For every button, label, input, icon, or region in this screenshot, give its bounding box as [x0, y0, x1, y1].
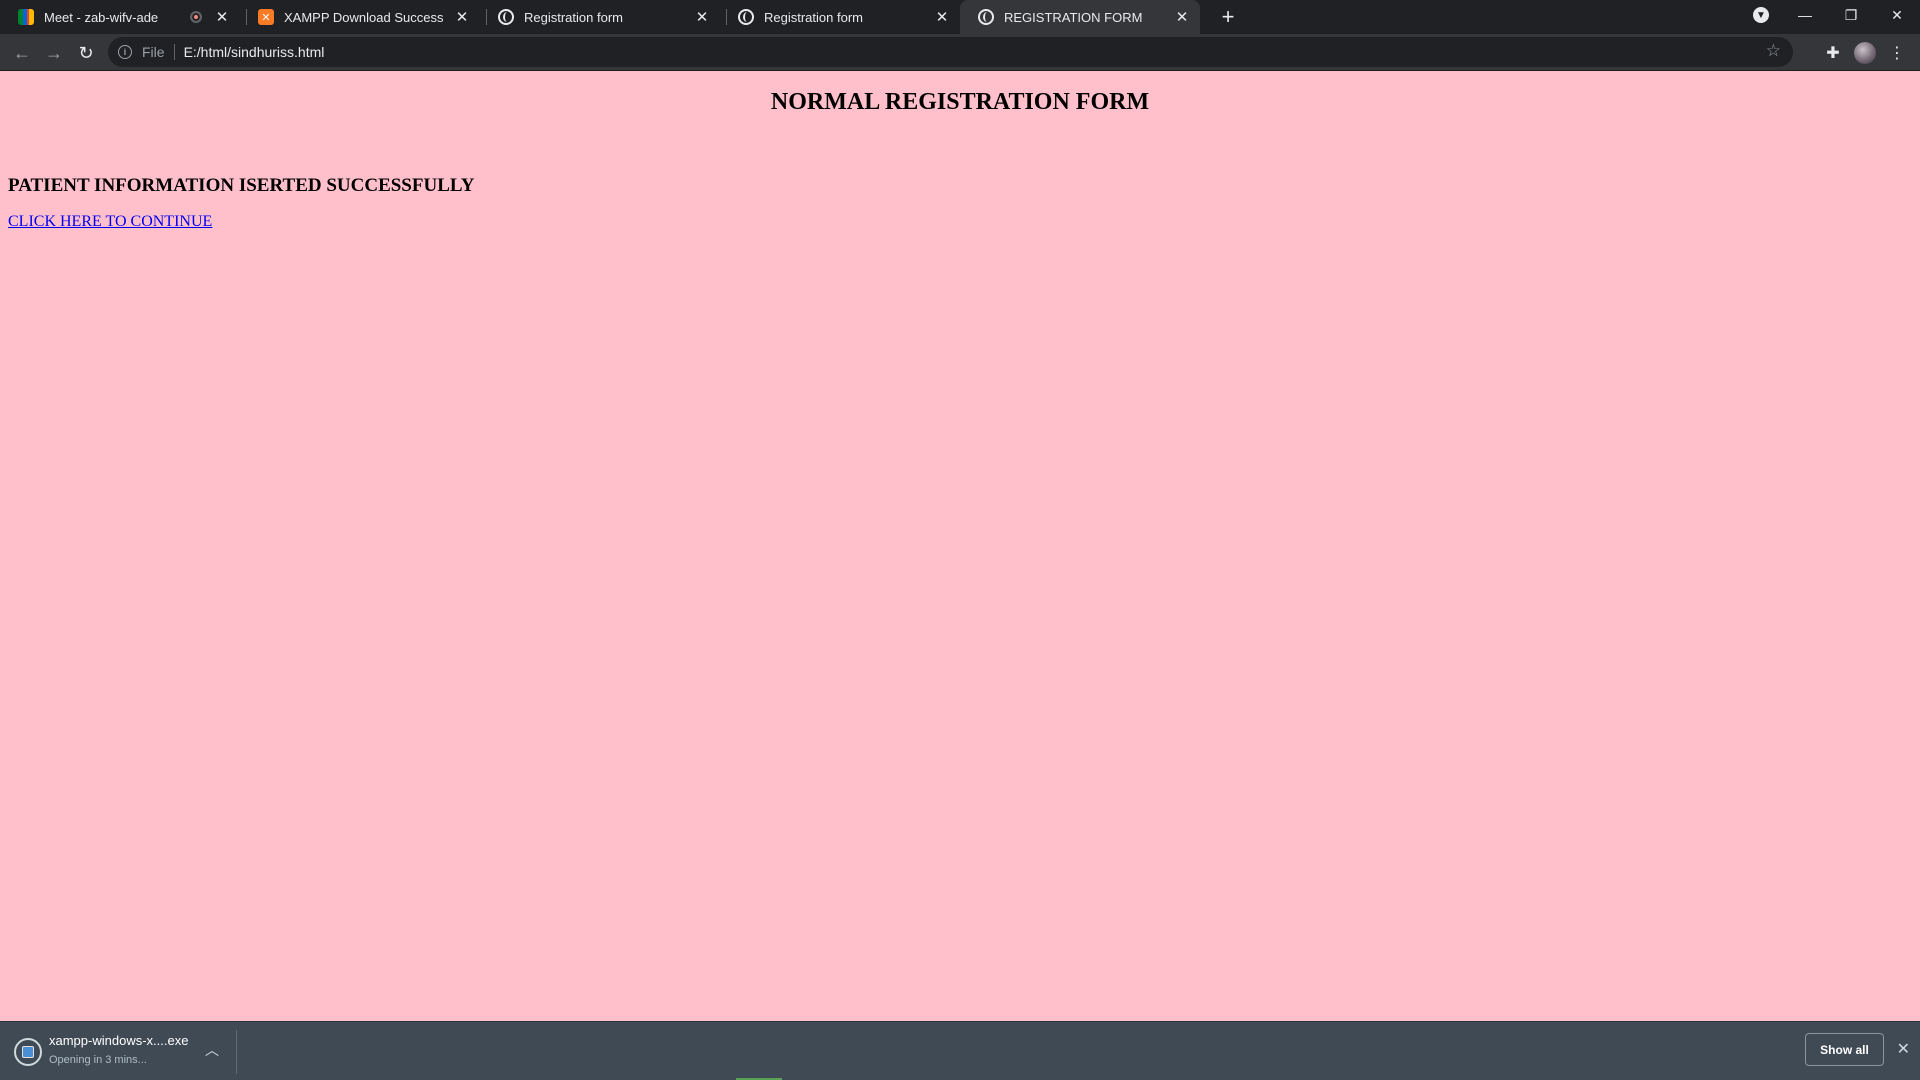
info-icon[interactable]: i	[118, 45, 132, 59]
tab-title: Registration form	[764, 9, 863, 25]
globe-icon	[498, 9, 514, 25]
tab-title: REGISTRATION FORM	[1004, 9, 1143, 25]
browser-toolbar: ← → ↻ i File E:/html/sindhuriss.html ☆ ✚…	[0, 34, 1920, 71]
download-item-icon[interactable]	[14, 1038, 42, 1066]
reload-button[interactable]: ↻	[72, 39, 100, 67]
tab-registration-active[interactable]: REGISTRATION FORM ✕	[960, 0, 1200, 34]
menu-button[interactable]: ⋮	[1883, 39, 1911, 67]
new-tab-button[interactable]: +	[1214, 3, 1242, 31]
address-separator	[173, 44, 175, 60]
extensions-button[interactable]: ✚	[1819, 39, 1847, 67]
forward-button[interactable]: →	[40, 39, 68, 67]
puzzle-icon: ✚	[1826, 45, 1840, 62]
minimize-button[interactable]: —	[1782, 0, 1828, 30]
restore-button[interactable]: ❐	[1828, 0, 1874, 30]
tab-search-button[interactable]: ▼	[1738, 0, 1784, 30]
success-message: PATIENT INFORMATION ISERTED SUCCESSFULLY	[8, 175, 475, 196]
close-tab-icon[interactable]: ✕	[1174, 9, 1190, 26]
arrow-right-icon: →	[45, 42, 63, 63]
page-viewport: NORMAL REGISTRATION FORM PATIENT INFORMA…	[0, 71, 1920, 1021]
chevron-down-icon: ▼	[1753, 7, 1769, 23]
show-all-button[interactable]: Show all	[1805, 1033, 1884, 1066]
tab-title: Meet - zab-wifv-ade	[44, 9, 159, 25]
url-text[interactable]: E:/html/sindhuriss.html	[184, 44, 325, 60]
tab-meet[interactable]: Meet - zab-wifv-ade ✕	[0, 0, 240, 34]
tab-title: Registration form	[524, 9, 623, 25]
tab-registration-1[interactable]: Registration form ✕	[480, 0, 720, 34]
close-tab-icon[interactable]: ✕	[934, 9, 950, 26]
installer-icon	[22, 1046, 34, 1058]
page-title: NORMAL REGISTRATION FORM	[770, 89, 1150, 115]
close-tab-icon[interactable]: ✕	[694, 9, 710, 26]
scheme-label: File	[142, 44, 165, 60]
continue-link[interactable]: CLICK HERE TO CONTINUE	[8, 213, 212, 231]
profile-button[interactable]	[1851, 39, 1879, 67]
reload-icon: ↻	[78, 42, 94, 63]
restore-icon: ❐	[1844, 6, 1858, 23]
globe-icon	[738, 9, 754, 25]
tab-registration-2[interactable]: Registration form ✕	[720, 0, 960, 34]
avatar	[1854, 42, 1876, 64]
downloads-shelf: xampp-windows-x....exe Opening in 3 mins…	[0, 1021, 1920, 1080]
back-button[interactable]: ←	[8, 39, 36, 67]
tab-title: XAMPP Download Success	[284, 9, 444, 25]
close-icon: ✕	[1891, 6, 1903, 23]
close-window-button[interactable]: ✕	[1874, 0, 1920, 30]
close-icon[interactable]: ✕	[1897, 1039, 1910, 1059]
close-tab-icon[interactable]: ✕	[214, 9, 230, 26]
tab-xampp[interactable]: ✕ XAMPP Download Success ✕	[240, 0, 480, 34]
google-meet-icon	[18, 9, 34, 25]
close-tab-icon[interactable]: ✕	[454, 9, 470, 26]
more-vertical-icon: ⋮	[1889, 45, 1905, 62]
bookmark-star-icon[interactable]: ☆	[1766, 41, 1781, 61]
minimize-icon: —	[1798, 7, 1812, 23]
address-bar[interactable]: i File E:/html/sindhuriss.html ☆	[108, 37, 1793, 67]
xampp-icon: ✕	[258, 9, 274, 25]
shelf-divider	[236, 1030, 237, 1074]
download-file-name[interactable]: xampp-windows-x....exe	[49, 1033, 188, 1048]
recording-indicator-icon	[190, 11, 202, 23]
download-status: Opening in 3 mins...	[49, 1054, 147, 1066]
tab-strip: Meet - zab-wifv-ade ✕ ✕ XAMPP Download S…	[0, 0, 1920, 34]
globe-icon	[978, 9, 994, 25]
arrow-left-icon: ←	[13, 42, 31, 63]
chevron-up-icon[interactable]: ︿	[205, 1040, 219, 1060]
